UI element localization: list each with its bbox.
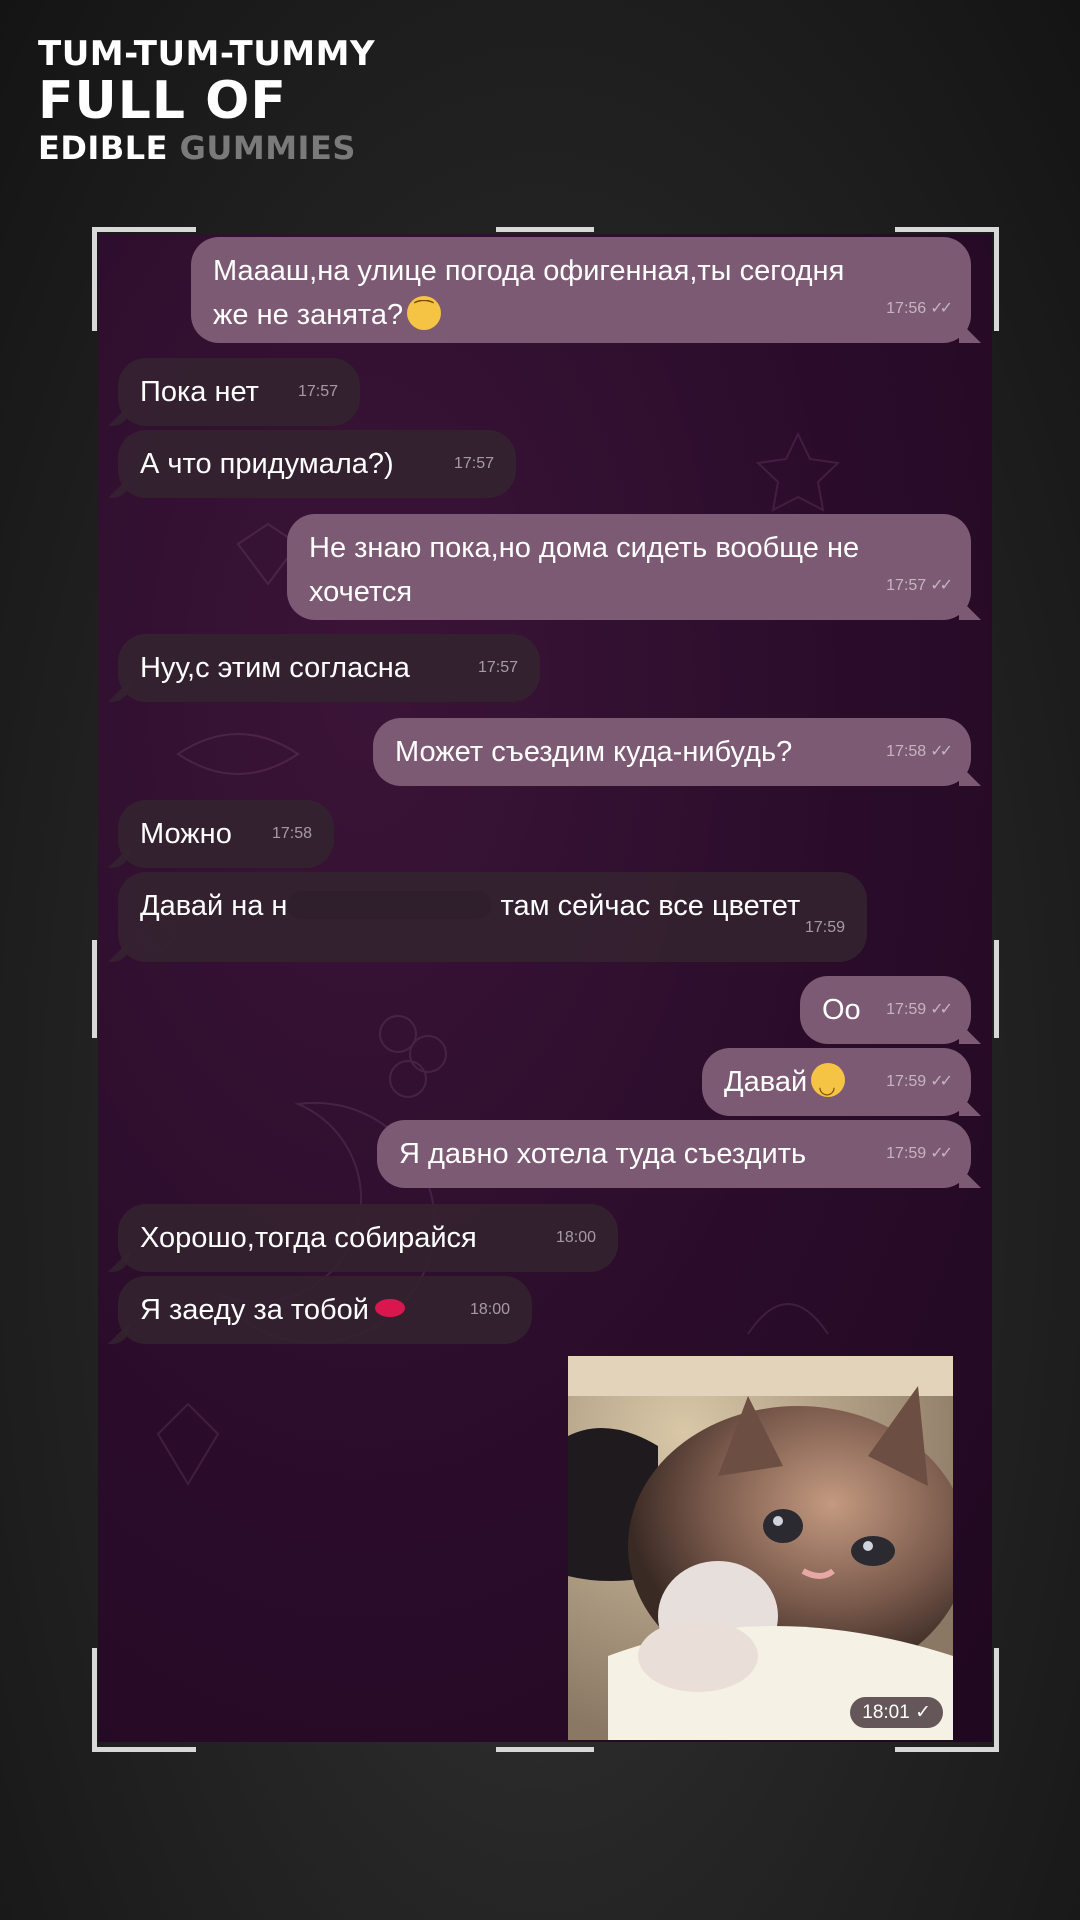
message-text: Давай на н там сейчас все цветет	[140, 890, 801, 922]
frame-bracket	[994, 227, 999, 331]
frame-bracket	[895, 227, 999, 232]
message-text: Я заеду за тобой	[140, 1294, 407, 1326]
message-time: 17:57	[477, 659, 518, 676]
frame-bracket	[92, 1747, 196, 1752]
message-text: Мааaш,на улице погода офигенная,ты сегод…	[213, 255, 845, 287]
message-time: 17:59 ✓✓	[886, 1073, 953, 1090]
upside-down-face-emoji-icon	[407, 296, 442, 330]
message-outgoing[interactable]: Может съездим куда-нибудь? 17:58 ✓✓	[373, 718, 971, 786]
message-time: 17:57 ✓✓	[886, 577, 953, 594]
frame-bracket	[92, 227, 97, 331]
message-incoming[interactable]: Хорошо,тогда собирайся 18:00	[118, 1204, 618, 1272]
message-incoming[interactable]: Давай на н там сейчас все цветет 17:59	[118, 872, 867, 962]
frame-bracket	[496, 1747, 594, 1752]
screen: TUM-TUM-TUMMY FULL OF EDIBLE GUMMIES Маа…	[0, 0, 1080, 1920]
message-time: 17:58	[271, 825, 312, 842]
message-time: 17:57	[453, 455, 494, 472]
brand-line-3-a: EDIBLE	[38, 129, 168, 167]
message-text: Можно	[140, 818, 232, 850]
photo-time-badge: 18:01 ✓	[850, 1697, 943, 1728]
message-incoming[interactable]: Можно 17:58	[118, 800, 334, 868]
brand-line-3: EDIBLE GUMMIES	[38, 128, 375, 168]
message-text: Пока нет	[140, 376, 259, 408]
message-incoming[interactable]: Нуу,с этим согласна 17:57	[118, 634, 540, 702]
frame-bracket	[895, 1747, 999, 1752]
frame-bracket	[496, 227, 594, 232]
message-text: Может съездим куда-нибудь?	[395, 736, 793, 768]
message-outgoing[interactable]: Давай 17:59✓✓	[702, 1048, 971, 1116]
message-outgoing[interactable]: Оо 17:59 ✓✓	[800, 976, 971, 1044]
brand-title: TUM-TUM-TUMMY FULL OF EDIBLE GUMMIES	[38, 34, 375, 168]
photo-message-kitten[interactable]: 18:01 ✓	[568, 1356, 953, 1740]
brand-line-1: TUM-TUM-TUMMY	[38, 34, 376, 74]
message-time: 17:59 ✓✓	[886, 1145, 953, 1162]
message-text: А что придумала?)	[140, 448, 394, 480]
message-text: Я давно хотела туда съездить	[399, 1138, 807, 1170]
message-outgoing[interactable]: Я давно хотела туда съездить 17:59 ✓✓	[377, 1120, 971, 1188]
message-time: 17:57	[297, 383, 338, 400]
frame-bracket	[92, 227, 196, 232]
message-time: 18:00	[469, 1301, 510, 1318]
message-incoming[interactable]: Пока нет 17:57	[118, 358, 360, 426]
message-time: 18:00	[555, 1229, 596, 1246]
message-outgoing[interactable]: Мааaш,на улице погода офигенная,ты сегод…	[191, 237, 971, 343]
smiling-face-emoji-icon	[811, 1063, 846, 1109]
redacted-text-blur	[287, 891, 493, 919]
message-text: хочется	[309, 576, 413, 608]
kitten-photo-image	[568, 1356, 953, 1740]
message-text: Оо	[822, 994, 861, 1026]
kiss-mark-emoji-icon	[373, 1291, 407, 1325]
frame-bracket	[92, 940, 97, 1038]
message-text: Хорошо,тогда собирайся	[140, 1222, 477, 1254]
message-time: 17:56 ✓✓	[886, 300, 953, 317]
message-text: Давай	[724, 1063, 846, 1109]
brand-line-2: FULL OF	[38, 71, 287, 131]
message-text: Нуу,с этим согласна	[140, 652, 410, 684]
message-time: 17:59	[804, 919, 845, 936]
frame-bracket	[92, 1648, 97, 1752]
message-text: Не знаю пока,но дома сидеть вообще не	[309, 532, 860, 564]
frame-bracket	[994, 1648, 999, 1752]
message-text: же не занята?	[213, 293, 949, 337]
message-incoming[interactable]: А что придумала?) 17:57	[118, 430, 516, 498]
brand-line-3-b: GUMMIES	[179, 129, 356, 167]
message-time: 17:59 ✓✓	[886, 1001, 953, 1018]
message-time: 17:58 ✓✓	[886, 743, 953, 760]
message-outgoing[interactable]: Не знаю пока,но дома сидеть вообще не хо…	[287, 514, 971, 620]
message-incoming[interactable]: Я заеду за тобой 18:00	[118, 1276, 532, 1344]
frame-bracket	[994, 940, 999, 1038]
